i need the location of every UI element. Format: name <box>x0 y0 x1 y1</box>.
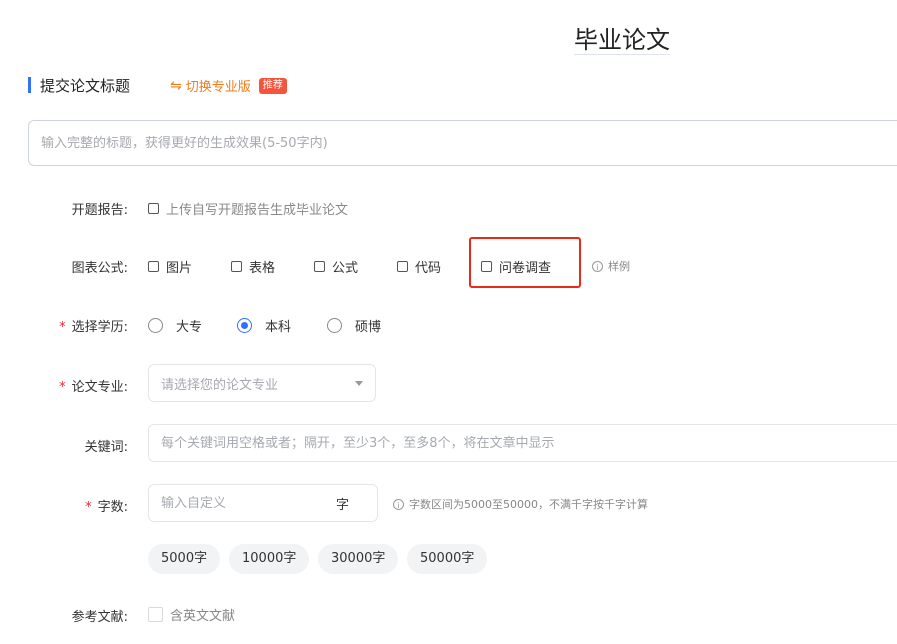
switch-pro-version-link[interactable]: ⇋ 切换专业版 推荐 <box>170 76 287 95</box>
word-count-input[interactable] <box>161 495 326 511</box>
radio-bachelor-label: 本科 <box>265 320 292 335</box>
radio-postgrad-label: 硕博 <box>355 320 382 335</box>
keywords-label-text: 关键词: <box>84 440 128 455</box>
switch-pro-version-label: 切换专业版 <box>185 80 251 95</box>
word-count-label-text: 字数: <box>97 500 128 515</box>
major-select[interactable]: 请选择您的论文专业 <box>148 364 376 402</box>
chevron-down-icon <box>355 380 363 386</box>
radio-circle[interactable] <box>327 318 342 333</box>
opening-report-label: 开题报告: <box>0 199 128 218</box>
checkbox-box[interactable] <box>231 261 242 272</box>
charts-label-text: 图表公式: <box>71 261 128 276</box>
word-count-unit: 字 <box>336 497 350 513</box>
education-label-text: 选择学历: <box>71 320 128 335</box>
checkbox-image-label: 图片 <box>166 261 193 276</box>
major-label: * 论文专业: <box>0 376 128 395</box>
references-label-text: 参考文献: <box>71 610 128 625</box>
checkbox-code[interactable]: 代码 <box>397 257 441 276</box>
radio-junior-college[interactable]: 大专 <box>148 316 202 335</box>
word-count-hint-text: 字数区间为5000至50000，不满千字按千字计算 <box>409 498 648 511</box>
major-label-text: 论文专业: <box>71 380 128 395</box>
example-link-label: 样例 <box>608 260 630 273</box>
preset-5000-button[interactable]: 5000字 <box>148 544 221 574</box>
major-select-placeholder: 请选择您的论文专业 <box>161 377 279 393</box>
keywords-input[interactable] <box>148 424 897 462</box>
recommend-badge: 推荐 <box>258 77 287 94</box>
checkbox-box[interactable] <box>314 261 325 272</box>
word-count-label: * 字数: <box>0 496 128 515</box>
radio-circle[interactable] <box>148 318 163 333</box>
checkbox-box[interactable] <box>148 607 163 622</box>
opening-report-checkbox-label: 上传自写开题报告生成毕业论文 <box>166 203 349 218</box>
radio-postgrad[interactable]: 硕博 <box>327 316 381 335</box>
preset-30000-button[interactable]: 30000字 <box>318 544 399 574</box>
checkbox-table-label: 表格 <box>249 261 276 276</box>
education-label: * 选择学历: <box>0 316 128 335</box>
section-title: 提交论文标题 <box>40 77 131 95</box>
checkbox-box[interactable] <box>148 203 159 214</box>
checkbox-formula[interactable]: 公式 <box>314 257 358 276</box>
checkbox-table[interactable]: 表格 <box>231 257 275 276</box>
word-count-hint: i 字数区间为5000至50000，不满千字按千字计算 <box>393 496 648 512</box>
section-accent-bar <box>28 77 31 93</box>
example-link[interactable]: i 样例 <box>592 258 630 274</box>
page-title: 毕业论文 <box>574 26 670 54</box>
checkbox-formula-label: 公式 <box>332 261 359 276</box>
radio-bachelor[interactable]: 本科 <box>237 316 291 335</box>
checkbox-code-label: 代码 <box>415 261 442 276</box>
english-references-checkbox[interactable]: 含英文文献 <box>148 605 235 624</box>
paper-title-input[interactable] <box>28 120 897 166</box>
preset-50000-button[interactable]: 50000字 <box>407 544 488 574</box>
info-icon: i <box>592 260 603 272</box>
keywords-label: 关键词: <box>0 436 128 455</box>
radio-circle-selected[interactable] <box>237 318 252 333</box>
info-icon: i <box>393 498 404 510</box>
opening-report-checkbox[interactable]: 上传自写开题报告生成毕业论文 <box>148 199 348 218</box>
checkbox-image[interactable]: 图片 <box>148 257 192 276</box>
required-asterisk: * <box>59 320 66 335</box>
highlight-box <box>469 237 581 288</box>
title-underline <box>574 54 670 55</box>
checkbox-box[interactable] <box>148 261 159 272</box>
preset-10000-button[interactable]: 10000字 <box>229 544 310 574</box>
charts-label: 图表公式: <box>0 257 128 276</box>
checkbox-box[interactable] <box>397 261 408 272</box>
required-asterisk: * <box>59 380 66 395</box>
english-references-label: 含英文文献 <box>170 609 236 624</box>
swap-arrows-icon: ⇋ <box>170 77 182 94</box>
opening-report-label-text: 开题报告: <box>71 203 128 218</box>
word-count-field[interactable]: 字 <box>148 484 378 522</box>
required-asterisk: * <box>85 500 92 515</box>
references-label: 参考文献: <box>0 606 128 625</box>
radio-junior-college-label: 大专 <box>176 320 203 335</box>
